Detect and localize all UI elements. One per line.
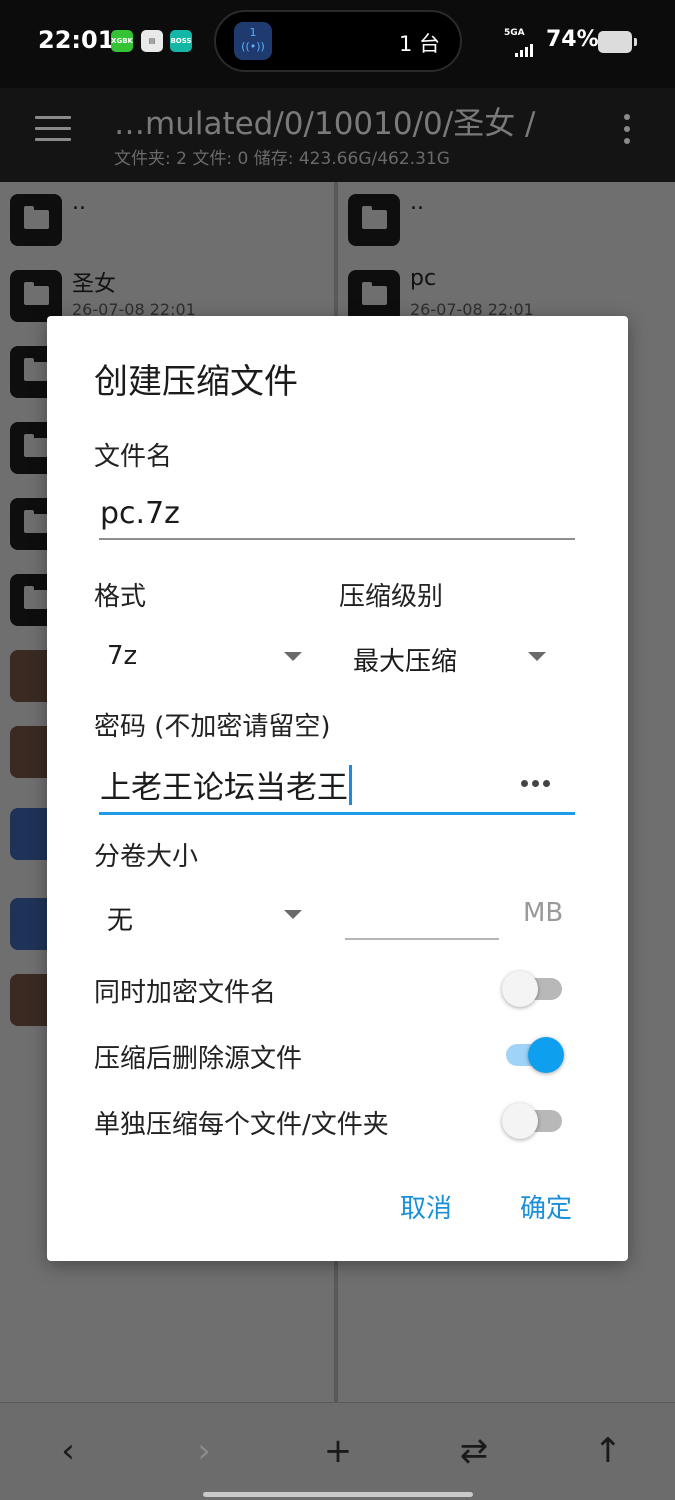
storage-info: 文件夹: 2 文件: 0 储存: 423.66G/462.31G bbox=[114, 149, 450, 169]
app-bar: …mulated/0/10010/0/圣女 / 文件夹: 2 文件: 0 储存:… bbox=[0, 88, 675, 182]
format-dropdown-icon[interactable] bbox=[284, 652, 302, 661]
mi-app-icon: ▤ bbox=[141, 30, 163, 52]
hotspot-icon: 1 ((•)) bbox=[234, 22, 272, 60]
delete-source-toggle[interactable] bbox=[502, 1034, 564, 1074]
ok-button[interactable]: 确定 bbox=[520, 1188, 572, 1225]
xgbk-app-icon: XGBK bbox=[111, 30, 133, 52]
split-dropdown-icon[interactable] bbox=[284, 910, 302, 919]
delete-source-label: 压缩后删除源文件 bbox=[94, 1044, 303, 1074]
password-label: 密码 (不加密请留空) bbox=[94, 712, 331, 742]
format-select[interactable]: 7z bbox=[107, 641, 137, 671]
password-input[interactable]: 上老王论坛当老王 bbox=[100, 762, 352, 807]
island-device-count: 1 台 bbox=[398, 32, 440, 56]
split-unit: MB bbox=[523, 898, 564, 928]
signal-icon bbox=[515, 38, 535, 57]
folder-icon bbox=[348, 194, 400, 246]
compression-level-label: 压缩级别 bbox=[339, 582, 444, 612]
forward-icon[interactable]: › bbox=[182, 1429, 226, 1473]
file-name: 圣女 bbox=[72, 272, 117, 297]
more-options-icon[interactable] bbox=[624, 114, 634, 150]
menu-icon[interactable] bbox=[35, 116, 71, 144]
network-type: 5GA bbox=[504, 28, 525, 38]
up-directory-icon[interactable]: ↑ bbox=[586, 1429, 630, 1473]
split-size-select[interactable]: 无 bbox=[107, 900, 133, 937]
add-icon[interactable]: + bbox=[316, 1429, 360, 1473]
list-item[interactable]: .. bbox=[338, 182, 675, 258]
file-name: .. bbox=[72, 190, 86, 215]
encrypt-filenames-label: 同时加密文件名 bbox=[94, 978, 277, 1008]
level-dropdown-icon[interactable] bbox=[528, 652, 546, 661]
filename-underline bbox=[99, 538, 575, 540]
filename-label: 文件名 bbox=[94, 442, 173, 472]
folder-icon bbox=[348, 270, 400, 322]
split-size-label: 分卷大小 bbox=[94, 842, 199, 872]
file-name: .. bbox=[410, 190, 424, 215]
compress-separately-toggle[interactable] bbox=[502, 1100, 564, 1140]
dialog-title: 创建压缩文件 bbox=[94, 362, 298, 402]
back-icon[interactable]: ‹ bbox=[46, 1429, 90, 1473]
file-name: pc bbox=[410, 266, 437, 291]
text-cursor bbox=[349, 765, 352, 805]
status-bar: 22:01 XGBK ▤ BOSS 1 ((•)) 1 台 5GA 74% bbox=[0, 0, 675, 88]
password-text: 上老王论坛当老王 bbox=[100, 770, 348, 806]
current-path[interactable]: …mulated/0/10010/0/圣女 / bbox=[114, 98, 536, 143]
format-label: 格式 bbox=[94, 582, 147, 612]
show-password-icon[interactable] bbox=[521, 772, 554, 787]
cancel-button[interactable]: 取消 bbox=[400, 1188, 452, 1225]
encrypt-filenames-toggle[interactable] bbox=[502, 968, 564, 1008]
filename-input[interactable]: pc.7z bbox=[100, 496, 180, 531]
boss-app-icon: BOSS bbox=[170, 30, 192, 52]
create-archive-dialog: 创建压缩文件 文件名 pc.7z 格式 压缩级别 7z 最大压缩 密码 (不加密… bbox=[47, 316, 628, 1261]
battery-percent: 74% bbox=[546, 27, 599, 52]
battery-icon bbox=[598, 31, 637, 53]
split-size-input[interactable] bbox=[345, 938, 499, 940]
folder-icon bbox=[10, 194, 62, 246]
list-item[interactable]: .. bbox=[0, 182, 334, 258]
bottom-toolbar: ‹ › + ⇄ ↑ bbox=[0, 1402, 675, 1500]
home-indicator[interactable] bbox=[203, 1492, 473, 1497]
folder-icon bbox=[10, 270, 62, 322]
dynamic-island[interactable]: 1 ((•)) 1 台 bbox=[214, 10, 462, 72]
swap-panes-icon[interactable]: ⇄ bbox=[452, 1429, 496, 1473]
compress-separately-label: 单独压缩每个文件/文件夹 bbox=[94, 1110, 389, 1140]
password-underline bbox=[99, 812, 575, 815]
compression-level-select[interactable]: 最大压缩 bbox=[353, 641, 457, 678]
status-time: 22:01 bbox=[38, 26, 115, 54]
